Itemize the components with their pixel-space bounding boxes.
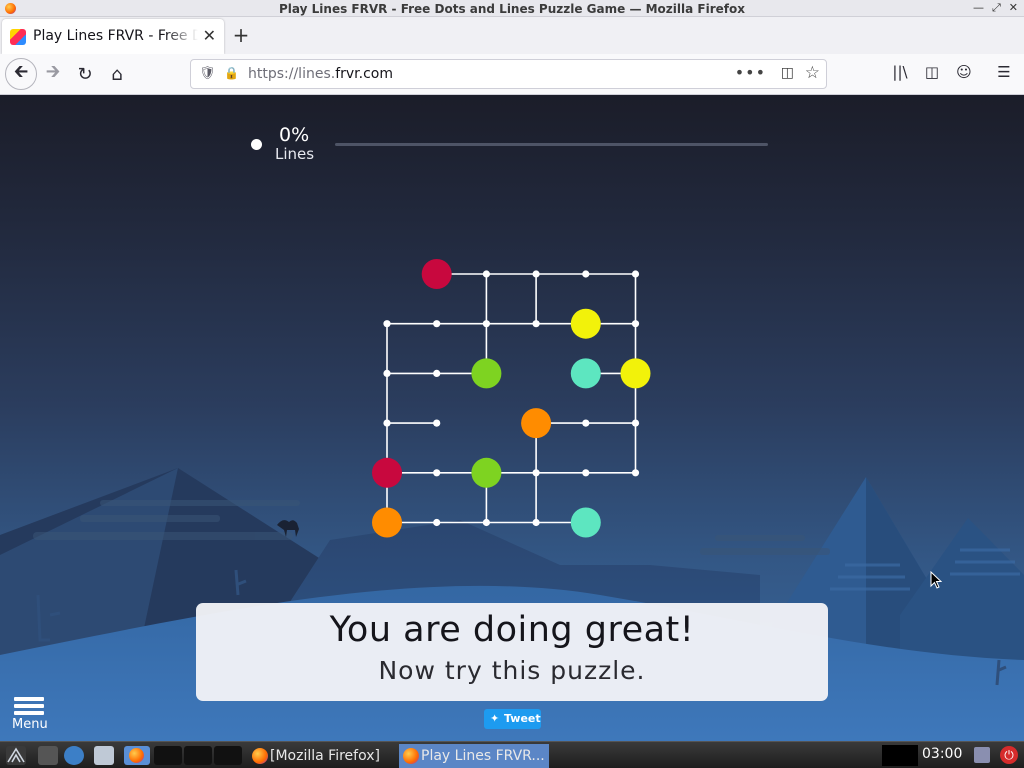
message-subtitle: Now try this puzzle.: [378, 656, 646, 685]
grid-node[interactable]: [383, 419, 391, 427]
message-card: You are doing great! Now try this puzzle…: [196, 603, 828, 701]
grid-node[interactable]: [631, 270, 640, 278]
taskbar-window-firefox[interactable]: [Mozilla Firefox]: [248, 744, 396, 768]
display-settings-icon[interactable]: [974, 747, 990, 763]
grid-node[interactable]: [482, 270, 490, 278]
grid-node[interactable]: [532, 469, 540, 477]
firefox-icon: [403, 748, 419, 764]
firefox-icon: [252, 748, 268, 764]
endpoint-dot-teal[interactable]: [570, 507, 601, 538]
game-canvas[interactable]: 0% Lines You are doing great! Now try th…: [0, 95, 1024, 741]
grid-node[interactable]: [433, 320, 441, 328]
file-manager-icon[interactable]: [94, 746, 114, 765]
pocket-icon[interactable]: ◫: [781, 65, 794, 81]
grid-node[interactable]: [433, 469, 441, 477]
navigation-bar: 🡰 🡲 ↻ ⌂ 🛡 🔒 https://lines.frvr.com ••• ◫…: [0, 54, 1024, 95]
workspace-2[interactable]: [184, 746, 212, 765]
maximize-icon[interactable]: ⤢: [992, 1, 1001, 15]
grid-node[interactable]: [582, 469, 590, 477]
workspace-3[interactable]: [214, 746, 242, 765]
taskbar-window-label: Play Lines FRVR...: [421, 748, 545, 764]
window-title: Play Lines FRVR - Free Dots and Lines Pu…: [279, 2, 745, 16]
endpoint-dot-orange[interactable]: [372, 507, 402, 538]
endpoint-dot-green[interactable]: [471, 358, 502, 389]
grid-node[interactable]: [631, 419, 640, 427]
tab-lines-frvr[interactable]: Play Lines FRVR - Free Dots and Lines Pu…: [2, 19, 224, 54]
grid-node[interactable]: [482, 320, 490, 328]
tweet-button[interactable]: ✦ Tweet: [484, 709, 541, 729]
twitter-bird-icon: ✦: [490, 712, 500, 725]
grid-node[interactable]: [433, 518, 441, 527]
grid-node[interactable]: [582, 419, 590, 427]
home-icon[interactable]: ⌂: [102, 59, 132, 89]
taskbar: [Mozilla Firefox] Play Lines FRVR... 03:…: [0, 741, 1024, 768]
tray-indicator: [882, 745, 918, 766]
endpoint-dot-orange[interactable]: [521, 408, 552, 439]
window-titlebar: Play Lines FRVR - Free Dots and Lines Pu…: [0, 0, 1024, 17]
grid-node[interactable]: [532, 320, 540, 328]
frvr-favicon-icon: [10, 29, 26, 45]
close-window-icon[interactable]: ✕: [1009, 1, 1018, 15]
grid-node[interactable]: [582, 270, 590, 278]
grid-node[interactable]: [383, 320, 391, 328]
page-actions-more-icon[interactable]: •••: [735, 63, 766, 82]
menu-list-icon: [14, 697, 44, 717]
tweet-label: Tweet: [504, 712, 541, 725]
grid-node[interactable]: [532, 518, 540, 527]
url-text[interactable]: https://lines.frvr.com: [248, 66, 393, 82]
library-icon[interactable]: ||\: [889, 63, 911, 85]
mouse-cursor-icon: [930, 571, 942, 589]
tab-strip: Play Lines FRVR - Free Dots and Lines Pu…: [0, 17, 1024, 54]
message-title: You are doing great!: [329, 610, 695, 650]
grid-node[interactable]: [482, 518, 490, 527]
start-menu-icon[interactable]: [6, 746, 26, 765]
tab-label: Play Lines FRVR - Free Dots and Lines Pu…: [33, 28, 198, 44]
account-icon[interactable]: ☺: [953, 63, 975, 85]
sidebar-icon[interactable]: ◫: [921, 63, 943, 85]
grid-node[interactable]: [433, 369, 441, 377]
grid-node[interactable]: [383, 369, 391, 377]
taskbar-window-lines-frvr[interactable]: Play Lines FRVR...: [399, 744, 549, 768]
grid-node[interactable]: [433, 419, 441, 427]
minimize-icon[interactable]: —: [973, 1, 984, 15]
close-tab-icon[interactable]: ✕: [203, 26, 216, 45]
firefox-launcher-icon[interactable]: [124, 746, 150, 765]
endpoint-dot-red[interactable]: [421, 259, 452, 289]
hamburger-menu-icon[interactable]: ☰: [993, 63, 1015, 85]
clock: 03:00: [922, 746, 963, 762]
endpoint-dot-teal[interactable]: [570, 358, 601, 389]
url-bar[interactable]: 🛡 🔒 https://lines.frvr.com ••• ◫ ☆: [190, 59, 827, 89]
grid-node[interactable]: [631, 469, 640, 477]
bookmark-star-icon[interactable]: ☆: [805, 63, 820, 83]
reload-icon[interactable]: ↻: [70, 59, 100, 89]
taskbar-window-label: [Mozilla Firefox]: [270, 748, 380, 764]
endpoint-dot-red[interactable]: [372, 457, 402, 488]
window-controls: — ⤢ ✕: [973, 1, 1018, 15]
endpoint-dot-yellow[interactable]: [570, 308, 601, 339]
endpoint-dot-yellow[interactable]: [620, 358, 651, 389]
menu-label: Menu: [12, 717, 48, 732]
terminal-icon[interactable]: [38, 746, 58, 765]
new-tab-plus-icon[interactable]: +: [230, 23, 252, 47]
lock-icon[interactable]: 🔒: [224, 66, 239, 80]
endpoint-dot-green[interactable]: [471, 457, 502, 488]
back-arrow-icon[interactable]: 🡰: [5, 58, 37, 90]
menu-button[interactable]: Menu: [10, 695, 50, 733]
forward-arrow-icon[interactable]: 🡲: [38, 59, 68, 89]
browser-globe-icon[interactable]: [64, 746, 84, 765]
tracking-shield-icon[interactable]: 🛡: [199, 66, 216, 81]
power-icon[interactable]: ⏻: [1000, 746, 1018, 764]
workspace-1[interactable]: [154, 746, 182, 765]
grid-node[interactable]: [631, 320, 640, 328]
grid-node[interactable]: [532, 270, 540, 278]
